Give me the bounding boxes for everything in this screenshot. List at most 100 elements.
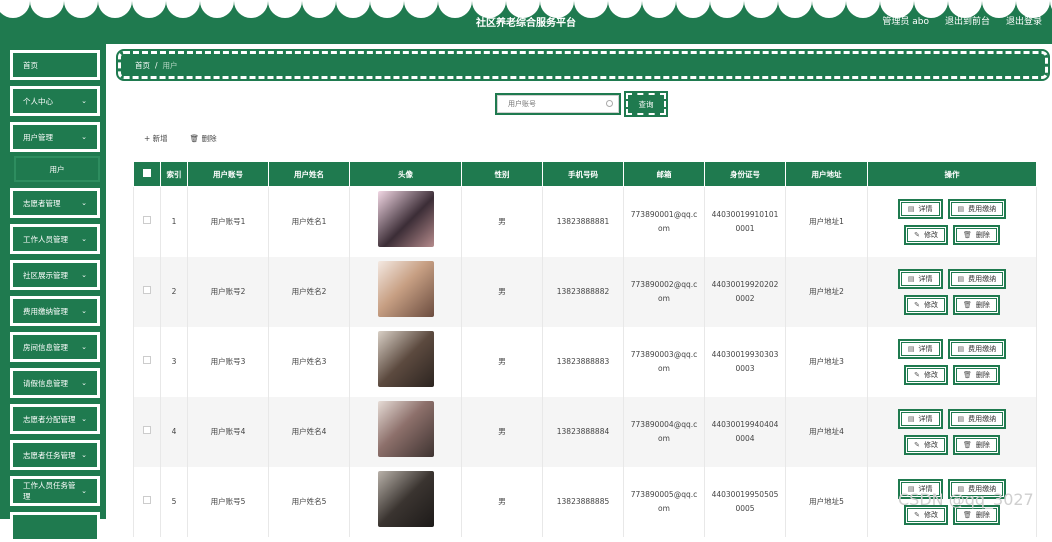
id-line-1: 44030019940404 [711,419,779,429]
email-line-1: 773890003@qq.c [630,349,698,359]
sidebar-item[interactable]: 社区展示管理 ⌄ [10,260,100,290]
sidebar-item[interactable]: 志愿者任务管理 ⌄ [10,440,100,470]
detail-button[interactable]: ▤ 详情 [897,268,943,289]
ops-row: ✎ 修改 🗑 删除 [904,434,1000,455]
pencil-icon: ✎ [914,300,920,309]
id-number-cell: 44030019920202 0002 [704,256,786,327]
index-cell: 4 [160,396,188,467]
delete-button[interactable]: 🗑 删除 [190,133,217,144]
chevron-down-icon: ⌄ [81,343,87,351]
table-header-row: 索引 用户账号 用户姓名 头像 性别 手机号码 邮箱 身份证号 用户地址 操作 [133,161,1037,187]
sidebar-item[interactable]: 首页 [10,50,100,80]
sidebar-subitem[interactable]: 用户 [14,156,100,182]
remove-button-label: 删除 [975,510,990,519]
avatar-cell [349,256,462,327]
document-icon: ▤ [957,204,965,213]
ops-row: ▤ 详情 ▤ 费用缴纳 [897,268,1007,289]
edit-button[interactable]: ✎ 修改 [904,364,948,385]
sidebar-item[interactable]: 费用缴纳管理 ⌄ [10,296,100,326]
remove-button-label: 删除 [975,440,990,449]
name-cell: 用户姓名1 [268,186,350,257]
detail-button[interactable]: ▤ 详情 [897,198,943,219]
remove-button[interactable]: 🗑 删除 [952,364,1000,385]
sidebar-item[interactable]: 房间信息管理 ⌄ [10,332,100,362]
edit-button-label: 修改 [923,300,938,309]
chevron-down-icon: ⌄ [81,199,87,207]
id-line-2: 0004 [735,433,755,443]
operation-buttons: ▤ 详情 ▤ 费用缴纳 ✎ 修改 🗑 删除 [868,268,1036,315]
remove-button[interactable]: 🗑 删除 [952,224,1000,245]
row-checkbox[interactable] [143,285,151,294]
logout-link[interactable]: 退出登录 [1006,14,1042,27]
pencil-icon: ✎ [914,370,920,379]
edit-button[interactable]: ✎ 修改 [904,224,948,245]
trash-icon: 🗑 [962,230,972,239]
avatar[interactable] [377,261,434,317]
sidebar-item[interactable]: 志愿者分配管理 ⌄ [10,404,100,434]
id-line-2: 0005 [735,503,755,513]
email-cell: 773890003@qq.c om [623,326,705,397]
sidebar-item[interactable]: 个人中心 ⌄ [10,86,100,116]
payment-button[interactable]: ▤ 费用缴纳 [947,268,1007,289]
avatar[interactable] [377,191,434,248]
avatar[interactable] [377,401,434,457]
column-header: 性别 [461,161,543,187]
address-cell: 用户地址2 [785,256,868,327]
payment-button[interactable]: ▤ 费用缴纳 [947,338,1007,359]
phone-cell: 13823888884 [542,396,624,467]
search-input[interactable] [497,95,619,113]
sidebar-item[interactable]: 志愿者管理 ⌄ [10,188,100,218]
edit-button[interactable]: ✎ 修改 [904,434,948,455]
name-cell: 用户姓名4 [268,396,350,467]
row-checkbox[interactable] [143,495,151,504]
id-line-1: 44030019930303 [711,349,779,359]
payment-button[interactable]: ▤ 费用缴纳 [947,408,1007,429]
email-line-2: om [658,503,670,513]
column-header: 身份证号 [704,161,786,187]
admin-user-label[interactable]: 管理员 abo [882,14,929,27]
sidebar-item[interactable] [10,512,100,542]
address-cell: 用户地址4 [785,396,868,467]
sidebar-item[interactable]: 工作人员管理 ⌄ [10,224,100,254]
avatar[interactable] [377,331,434,387]
sidebar: 首页 个人中心 ⌄ 用户管理 ⌄ 用户 志愿者管理 ⌄ 工作人员管理 ⌄ 社区展示管理 ⌄ 费用缴纳管理… [0,44,106,542]
index-cell: 1 [160,186,188,257]
query-button[interactable]: 查询 [624,91,668,117]
detail-button[interactable]: ▤ 详情 [897,338,943,359]
column-header: 操作 [867,161,1037,187]
document-icon: ▤ [907,274,915,283]
remove-button[interactable]: 🗑 删除 [952,434,1000,455]
search-box [495,93,621,115]
exit-to-front-link[interactable]: 退出到前台 [945,14,990,27]
email-line-2: om [658,293,670,303]
row-checkbox[interactable] [143,355,151,364]
remove-button-label: 删除 [975,230,990,239]
add-button[interactable]: + 新增 [144,133,168,144]
sidebar-item-label: 用户管理 [23,132,53,142]
sidebar-item[interactable]: 请假信息管理 ⌄ [10,368,100,398]
table-row: 4 用户账号4 用户姓名4 男 13823888884 773890004@qq.c om 4… [133,396,1037,467]
edit-button-label: 修改 [923,370,938,379]
sidebar-item-label: 社区展示管理 [23,270,68,280]
operations-cell: ▤ 详情 ▤ 费用缴纳 ✎ 修改 🗑 删除 [867,186,1037,257]
name-cell: 用户姓名2 [268,256,350,327]
id-line-2: 0002 [735,293,755,303]
remove-button[interactable]: 🗑 删除 [952,294,1000,315]
payment-button[interactable]: ▤ 费用缴纳 [947,198,1007,219]
operations-cell: ▤ 详情 ▤ 费用缴纳 ✎ 修改 🗑 删除 [867,396,1037,467]
pencil-icon: ✎ [914,230,920,239]
select-all-checkbox[interactable] [143,169,151,177]
payment-button-label: 费用缴纳 [968,414,997,423]
breadcrumb-home[interactable]: 首页 [135,60,150,71]
email-line-2: om [658,433,670,443]
row-checkbox[interactable] [143,425,151,434]
edit-button[interactable]: ✎ 修改 [904,294,948,315]
sidebar-item[interactable]: 工作人员任务管理 ⌄ [10,476,100,506]
detail-button[interactable]: ▤ 详情 [897,408,943,429]
phone-cell: 13823888882 [542,256,624,327]
payment-button-label: 费用缴纳 [968,204,997,213]
column-header: 用户姓名 [268,161,350,187]
row-checkbox[interactable] [143,215,151,224]
gender-cell: 男 [461,256,543,327]
sidebar-item[interactable]: 用户管理 ⌄ [10,122,100,152]
